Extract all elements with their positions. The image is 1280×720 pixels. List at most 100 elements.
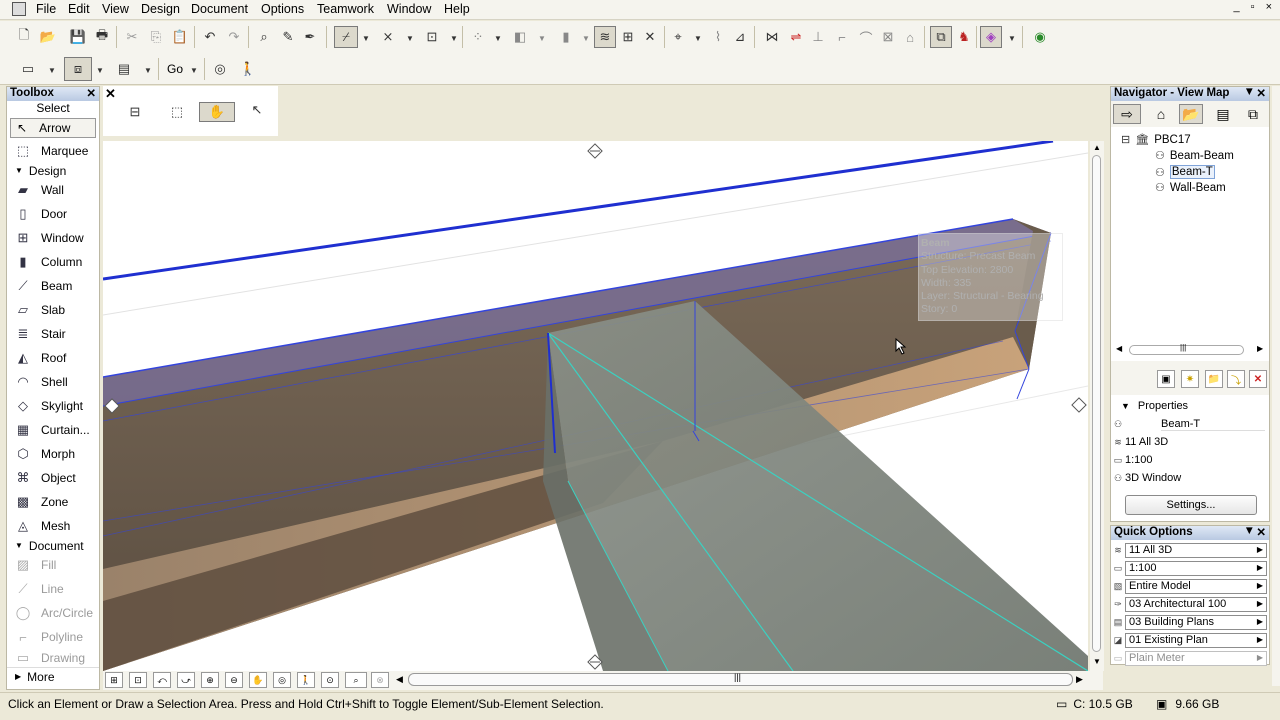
tool-polyline[interactable]: ⌐ Polyline [7,625,99,649]
collapse-box-icon[interactable]: ⊟ [1121,133,1130,146]
zoom-window-icon[interactable]: ⊡ [129,672,147,688]
tool-line[interactable]: ⟋ Line [7,577,99,601]
tool-fill[interactable]: ▨ Fill [7,553,99,577]
tool-skylight[interactable]: ◇ Skylight [7,394,99,418]
walk-nav-icon[interactable]: 🚶 [297,672,315,688]
menu-file[interactable]: File [36,2,56,16]
more-tools[interactable]: ▶ More [7,667,99,685]
layout-book-tab-icon[interactable]: ▤ [1211,104,1235,124]
pointer-icon[interactable]: ↖ [247,100,267,120]
tool-shell[interactable]: ◠ Shell [7,370,99,394]
grid-snap-icon[interactable]: ⊡ [422,27,442,47]
trim-icon[interactable]: ✕ [640,27,660,47]
viewport-horizontal-scrollbar[interactable]: ||| [408,672,1073,686]
open-folder-icon[interactable]: 📂 [38,27,58,47]
zoom-in-icon[interactable]: ⊕ [201,672,219,688]
tree-item-wall-beam[interactable]: ⚇ Wall-Beam [1155,181,1226,195]
zoom-previous-icon[interactable]: ⤺ [153,672,171,688]
paste-icon[interactable]: 📋 [170,27,190,47]
tool-object[interactable]: ⌘ Object [7,466,99,490]
suspend-groups-icon[interactable]: ⁘ [468,27,488,47]
fly-icon[interactable]: ⊗ [371,672,389,688]
tool-morph[interactable]: ⬡ Morph [7,442,99,466]
toolbox-close-icon[interactable]: ✕ [86,86,96,100]
quick-options-close-icon[interactable]: ✕ [1256,525,1266,539]
offset-icon[interactable]: ⌇ [708,27,728,47]
3d-viewport[interactable]: Beam Structure: Precast Beam Top Elevati… [103,141,1088,671]
ruler-icon[interactable]: ⊞ [618,27,638,47]
floor-plan-icon[interactable]: ▭ [18,59,38,79]
scale-select[interactable]: 1:100 ▶ [1125,560,1267,576]
tree-item-beam-beam[interactable]: ⚇ Beam-Beam [1155,149,1234,163]
menu-view[interactable]: View [102,2,129,16]
menu-document[interactable]: Document [191,2,248,16]
delete-icon[interactable]: ✕ [1249,370,1267,388]
renovation-filter-select[interactable]: 01 Existing Plan ▶ [1125,632,1267,648]
tool-roof[interactable]: ◭ Roof [7,346,99,370]
viewport-vertical-scrollbar[interactable]: ▲ ▼ [1090,141,1104,671]
mirror-icon[interactable]: ⊿ [730,27,750,47]
go-dropdown-icon[interactable]: ▼ [190,66,198,75]
new-view-icon[interactable]: ▣ [1157,370,1175,388]
scroll-down-icon[interactable]: ▼ [1093,657,1101,666]
tool-drawing[interactable]: ▭ Drawing [7,649,99,667]
cut-icon[interactable]: ✂ [122,27,142,47]
selection-method-icon[interactable]: ⊟ [125,102,145,122]
prop-name-value[interactable]: Beam-T [1161,418,1265,431]
3d-model-view[interactable] [103,141,1088,671]
teamwork-send-icon[interactable]: ◉ [1030,27,1050,47]
tool-wall[interactable]: ▰ Wall [7,178,99,202]
go-label[interactable]: Go [167,62,183,76]
wand-dropdown-icon[interactable]: ▼ [694,34,702,43]
lock-icon[interactable]: ▮ [556,27,576,47]
3d-dropdown-icon[interactable]: ▼ [96,66,104,75]
menu-design[interactable]: Design [141,2,180,16]
section-icon[interactable]: ▤ [114,59,134,79]
menu-window[interactable]: Window [387,2,431,16]
lock-dropdown-icon[interactable]: ▼ [582,34,590,43]
groups-dropdown-icon[interactable]: ▼ [494,34,502,43]
adjust-icon[interactable]: ⇌ [786,27,806,47]
layers-dropdown-icon[interactable]: ▼ [538,34,546,43]
explore-icon[interactable]: ⊙ [321,672,339,688]
find-select-icon[interactable]: ⌕ [254,27,274,47]
prop-window-value[interactable]: 3D Window [1125,472,1181,484]
fillet-icon[interactable]: ⌐ [832,27,852,47]
print-icon[interactable]: 🖶 [92,27,112,47]
scroll-left-icon[interactable]: ◀ [396,674,403,685]
layer-combination-select[interactable]: 11 All 3D ▶ [1125,542,1267,558]
zoom-3d-icon[interactable]: ⌕ [345,672,367,688]
scroll-right-icon[interactable]: ▶ [1076,674,1083,685]
prop-layer-value[interactable]: 11 All 3D [1125,436,1168,448]
tool-door[interactable]: ▯ Door [7,202,99,226]
zoom-out-icon[interactable]: ⊖ [225,672,243,688]
pick-up-icon[interactable]: ✎ [278,27,298,47]
section-dropdown-icon[interactable]: ▼ [144,66,152,75]
tool-column[interactable]: ▮ Column [7,250,99,274]
redo-icon[interactable]: ↷ [224,27,244,47]
cutaway-dropdown-icon[interactable]: ▼ [1008,34,1016,43]
clone-folder-icon[interactable]: ⤵ [1227,370,1245,388]
snap-dropdown-icon[interactable]: ▼ [362,34,370,43]
group-design[interactable]: ▼ Design [7,163,99,178]
cursor-mode-icon[interactable]: ✋ [199,102,235,122]
split-icon[interactable]: ⋈ [762,27,782,47]
guide-lines-icon[interactable]: ⨯ [378,27,398,47]
marker-icon[interactable]: ♞ [954,27,974,47]
new-file-icon[interactable]: 🗋 [14,27,34,47]
tool-curtain-wall[interactable]: ▦ Curtain... [7,418,99,442]
menu-options[interactable]: Options [261,2,304,16]
curve-icon[interactable]: ⌒ [856,27,876,47]
3d-window-icon[interactable]: ⧈ [64,57,92,81]
tool-stair[interactable]: ≣ Stair [7,322,99,346]
properties-header[interactable]: ▼ Properties [1111,397,1269,415]
tree-item-beam-t[interactable]: ⚇ Beam-T [1155,165,1215,179]
navigator-collapse-icon[interactable]: ▼ [1244,86,1255,98]
snap-guides-icon[interactable]: ⌿ [334,26,358,48]
vertical-scroll-thumb[interactable] [1092,155,1101,652]
copy-icon[interactable]: ⎘ [146,27,166,47]
new-star-icon[interactable]: ✷ [1181,370,1199,388]
menu-help[interactable]: Help [444,2,470,16]
navigator-scrollbar[interactable]: ◀ ||| ▶ [1113,343,1267,356]
prop-scale-value[interactable]: 1:100 [1125,454,1153,466]
